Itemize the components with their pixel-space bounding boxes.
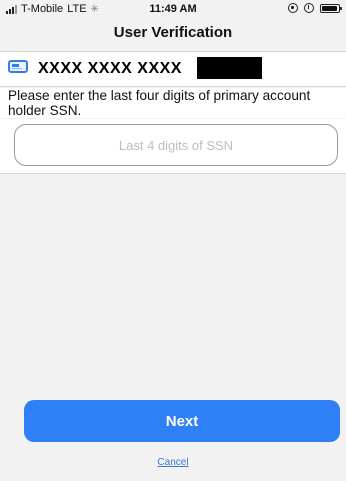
page-title: User Verification	[113, 24, 233, 41]
status-right	[288, 3, 342, 13]
ssn-input-panel	[0, 119, 346, 174]
battery-icon	[320, 3, 342, 13]
next-button[interactable]: Next	[24, 400, 340, 442]
alarm-icon	[304, 3, 314, 13]
status-bar: T-Mobile LTE ✳ 11:49 AM	[0, 0, 346, 18]
ssn-instruction: Please enter the last four digits of pri…	[0, 88, 346, 118]
redaction-box	[197, 57, 262, 79]
rotation-lock-icon	[288, 3, 298, 13]
credit-card-icon	[8, 60, 28, 73]
account-row: XXXX XXXX XXXX	[0, 51, 346, 87]
cancel-link[interactable]: Cancel	[0, 457, 346, 468]
masked-account-number: XXXX XXXX XXXX	[38, 60, 182, 77]
ssn-input[interactable]	[14, 124, 338, 166]
